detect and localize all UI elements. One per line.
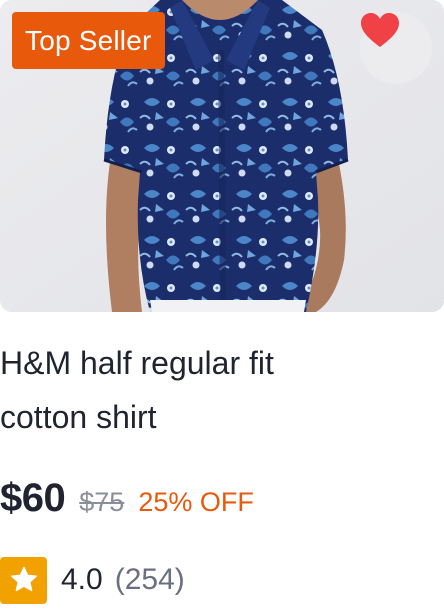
current-price: $60 — [0, 476, 66, 520]
discount-label: 25% OFF — [138, 487, 254, 517]
price-row: $60 $75 25% OFF — [0, 476, 254, 528]
rating-star-badge — [0, 556, 47, 604]
top-seller-badge: Top Seller — [12, 12, 165, 69]
original-price: $75 — [79, 487, 125, 517]
rating-row: 4.0 (254) — [0, 556, 185, 604]
review-count[interactable]: (254) — [115, 563, 185, 597]
favorite-button[interactable] — [360, 12, 432, 84]
product-image[interactable]: Top Seller — [0, 0, 444, 312]
product-card[interactable]: Top Seller H&M half regular fit cotton s… — [0, 0, 444, 609]
heart-icon — [361, 13, 399, 47]
product-title[interactable]: H&M half regular fit cotton shirt — [0, 336, 420, 444]
star-icon — [10, 566, 37, 592]
product-title-line: H&M half regular fit — [0, 345, 274, 381]
product-title-line: cotton shirt — [0, 399, 157, 435]
badge-label: Top Seller — [25, 24, 152, 56]
rating-value: 4.0 — [61, 563, 103, 596]
